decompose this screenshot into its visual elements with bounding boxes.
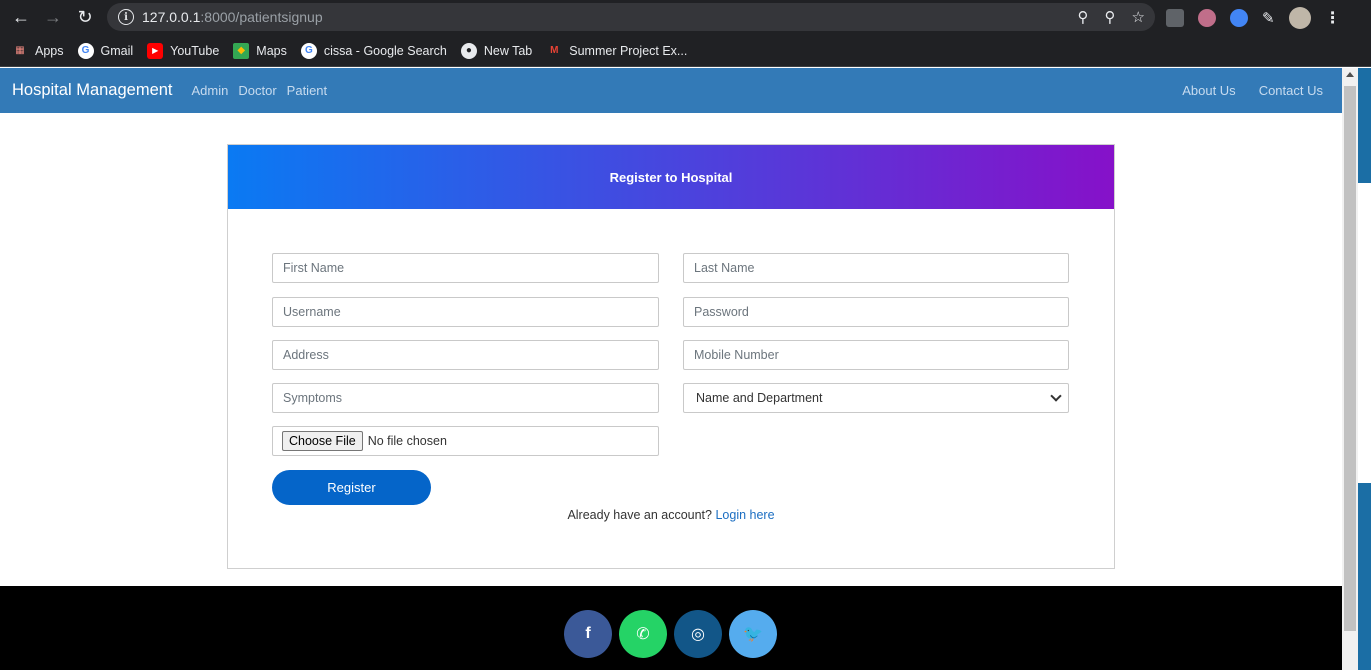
bookmark-new-tab[interactable]: ● New Tab bbox=[460, 42, 532, 59]
bookmark-youtube[interactable]: ▶ YouTube bbox=[147, 42, 219, 59]
url-text: 127.0.0.1:8000/patientsignup bbox=[142, 9, 323, 25]
first-name-input[interactable]: First Name bbox=[272, 253, 659, 283]
page-scrollbar[interactable] bbox=[1342, 68, 1371, 670]
extension-icon[interactable] bbox=[1230, 8, 1248, 27]
google-icon: G bbox=[300, 42, 317, 59]
star-icon[interactable]: ☆ bbox=[1132, 8, 1145, 26]
google-icon: G bbox=[77, 42, 94, 59]
site-info-icon[interactable]: i bbox=[118, 9, 134, 25]
youtube-icon: ▶ bbox=[147, 42, 164, 59]
zoom-icon[interactable]: ⚲ bbox=[1105, 8, 1116, 26]
brand-link[interactable]: Hospital Management bbox=[12, 81, 173, 100]
profile-pic-file-input[interactable]: Choose File No file chosen bbox=[272, 426, 659, 456]
login-prompt: Already have an account? Login here bbox=[228, 508, 1114, 522]
nav-contact-us[interactable]: Contact Us bbox=[1259, 83, 1323, 98]
nav-admin[interactable]: Admin bbox=[192, 83, 229, 98]
department-select[interactable]: Name and Department bbox=[683, 383, 1069, 413]
bookmark-apps[interactable]: ▦ Apps bbox=[12, 43, 63, 59]
address-bar[interactable]: i 127.0.0.1:8000/patientsignup ⚲ ⚲ ☆ bbox=[107, 3, 1155, 31]
scrollbar-thumb[interactable] bbox=[1344, 86, 1356, 631]
key-icon[interactable]: ⚲ bbox=[1078, 8, 1089, 26]
register-button[interactable]: Register bbox=[272, 470, 431, 505]
symptoms-input[interactable]: Symptoms bbox=[272, 383, 659, 413]
bookmarks-bar: ▦ Apps G Gmail ▶ YouTube ◆ Maps Gcissa - Goo… bbox=[0, 35, 1371, 67]
apps-grid-icon: ▦ bbox=[15, 45, 25, 56]
username-input[interactable]: Username bbox=[272, 297, 659, 327]
instagram-icon[interactable]: ◎ bbox=[674, 610, 722, 658]
browser-toolbar: ← → ↻ i 127.0.0.1:8000/patientsignup ⚲ ⚲… bbox=[0, 0, 1371, 35]
nav-patient[interactable]: Patient bbox=[287, 83, 327, 98]
background-band bbox=[1358, 183, 1371, 483]
mobile-number-input[interactable]: Mobile Number bbox=[683, 340, 1069, 370]
register-card: Register to Hospital First Name Last Nam… bbox=[227, 144, 1115, 569]
extension-icon[interactable] bbox=[1198, 8, 1216, 27]
puzzle-icon[interactable]: ✎ bbox=[1262, 9, 1275, 27]
bookmark-gmail[interactable]: G Gmail bbox=[77, 42, 133, 59]
twitter-icon[interactable]: 🐦 bbox=[729, 610, 777, 658]
department-selected-value: Name and Department bbox=[696, 391, 823, 405]
card-title: Register to Hospital bbox=[228, 145, 1114, 209]
footer: f ✆ ◎ 🐦 bbox=[0, 586, 1342, 670]
maps-icon: ◆ bbox=[233, 42, 250, 59]
login-prompt-text: Already have an account? bbox=[567, 508, 712, 522]
globe-icon: ● bbox=[460, 42, 477, 59]
facebook-icon[interactable]: f bbox=[564, 610, 612, 658]
gmail-icon: M bbox=[550, 45, 559, 56]
password-input[interactable]: Password bbox=[683, 297, 1069, 327]
choose-file-button[interactable]: Choose File bbox=[282, 431, 363, 451]
page: Hospital Management Admin Doctor Patient… bbox=[0, 68, 1342, 670]
bookmark-maps[interactable]: ◆ Maps bbox=[233, 42, 287, 59]
whatsapp-icon[interactable]: ✆ bbox=[619, 610, 667, 658]
address-input[interactable]: Address bbox=[272, 340, 659, 370]
nav-doctor[interactable]: Doctor bbox=[238, 83, 276, 98]
scroll-up-icon[interactable] bbox=[1346, 72, 1354, 77]
avatar[interactable] bbox=[1288, 6, 1311, 29]
file-status-text: No file chosen bbox=[367, 434, 447, 448]
bookmark-summer-project[interactable]: M Summer Project Ex... bbox=[546, 43, 687, 59]
last-name-input[interactable]: Last Name bbox=[683, 253, 1069, 283]
reload-icon[interactable]: ↻ bbox=[69, 0, 101, 35]
extension-icon[interactable] bbox=[1166, 8, 1184, 27]
login-link[interactable]: Login here bbox=[715, 508, 774, 522]
back-icon[interactable]: ← bbox=[5, 0, 37, 35]
menu-icon[interactable]: ⋮ bbox=[1325, 8, 1341, 28]
chevron-down-icon bbox=[1050, 390, 1062, 402]
bookmark-cissa[interactable]: Gcissa - Google Search bbox=[300, 42, 447, 59]
nav-about-us[interactable]: About Us bbox=[1182, 83, 1235, 98]
top-navbar: Hospital Management Admin Doctor Patient… bbox=[0, 68, 1342, 113]
forward-icon[interactable]: → bbox=[37, 0, 69, 35]
